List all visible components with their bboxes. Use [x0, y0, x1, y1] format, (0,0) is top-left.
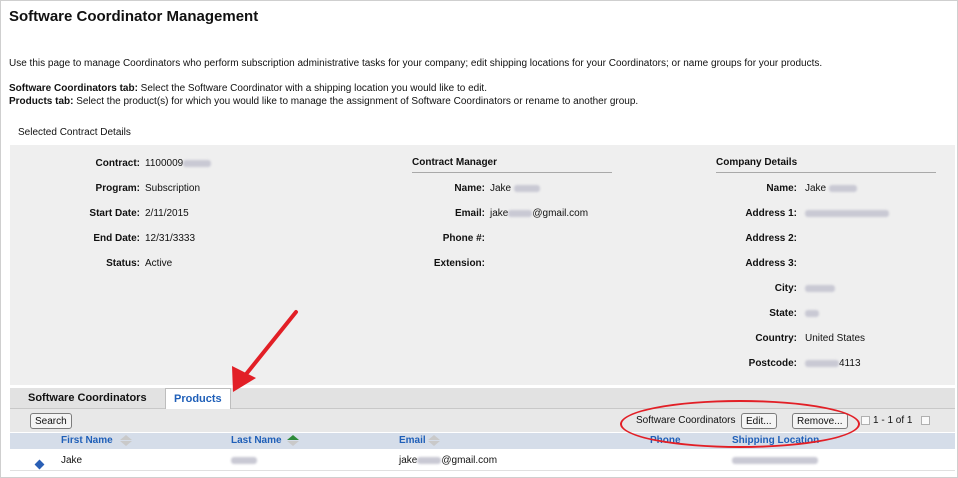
arrow-head	[232, 366, 256, 392]
annotation-arrow	[232, 310, 298, 392]
arrow-shaft	[241, 310, 298, 380]
